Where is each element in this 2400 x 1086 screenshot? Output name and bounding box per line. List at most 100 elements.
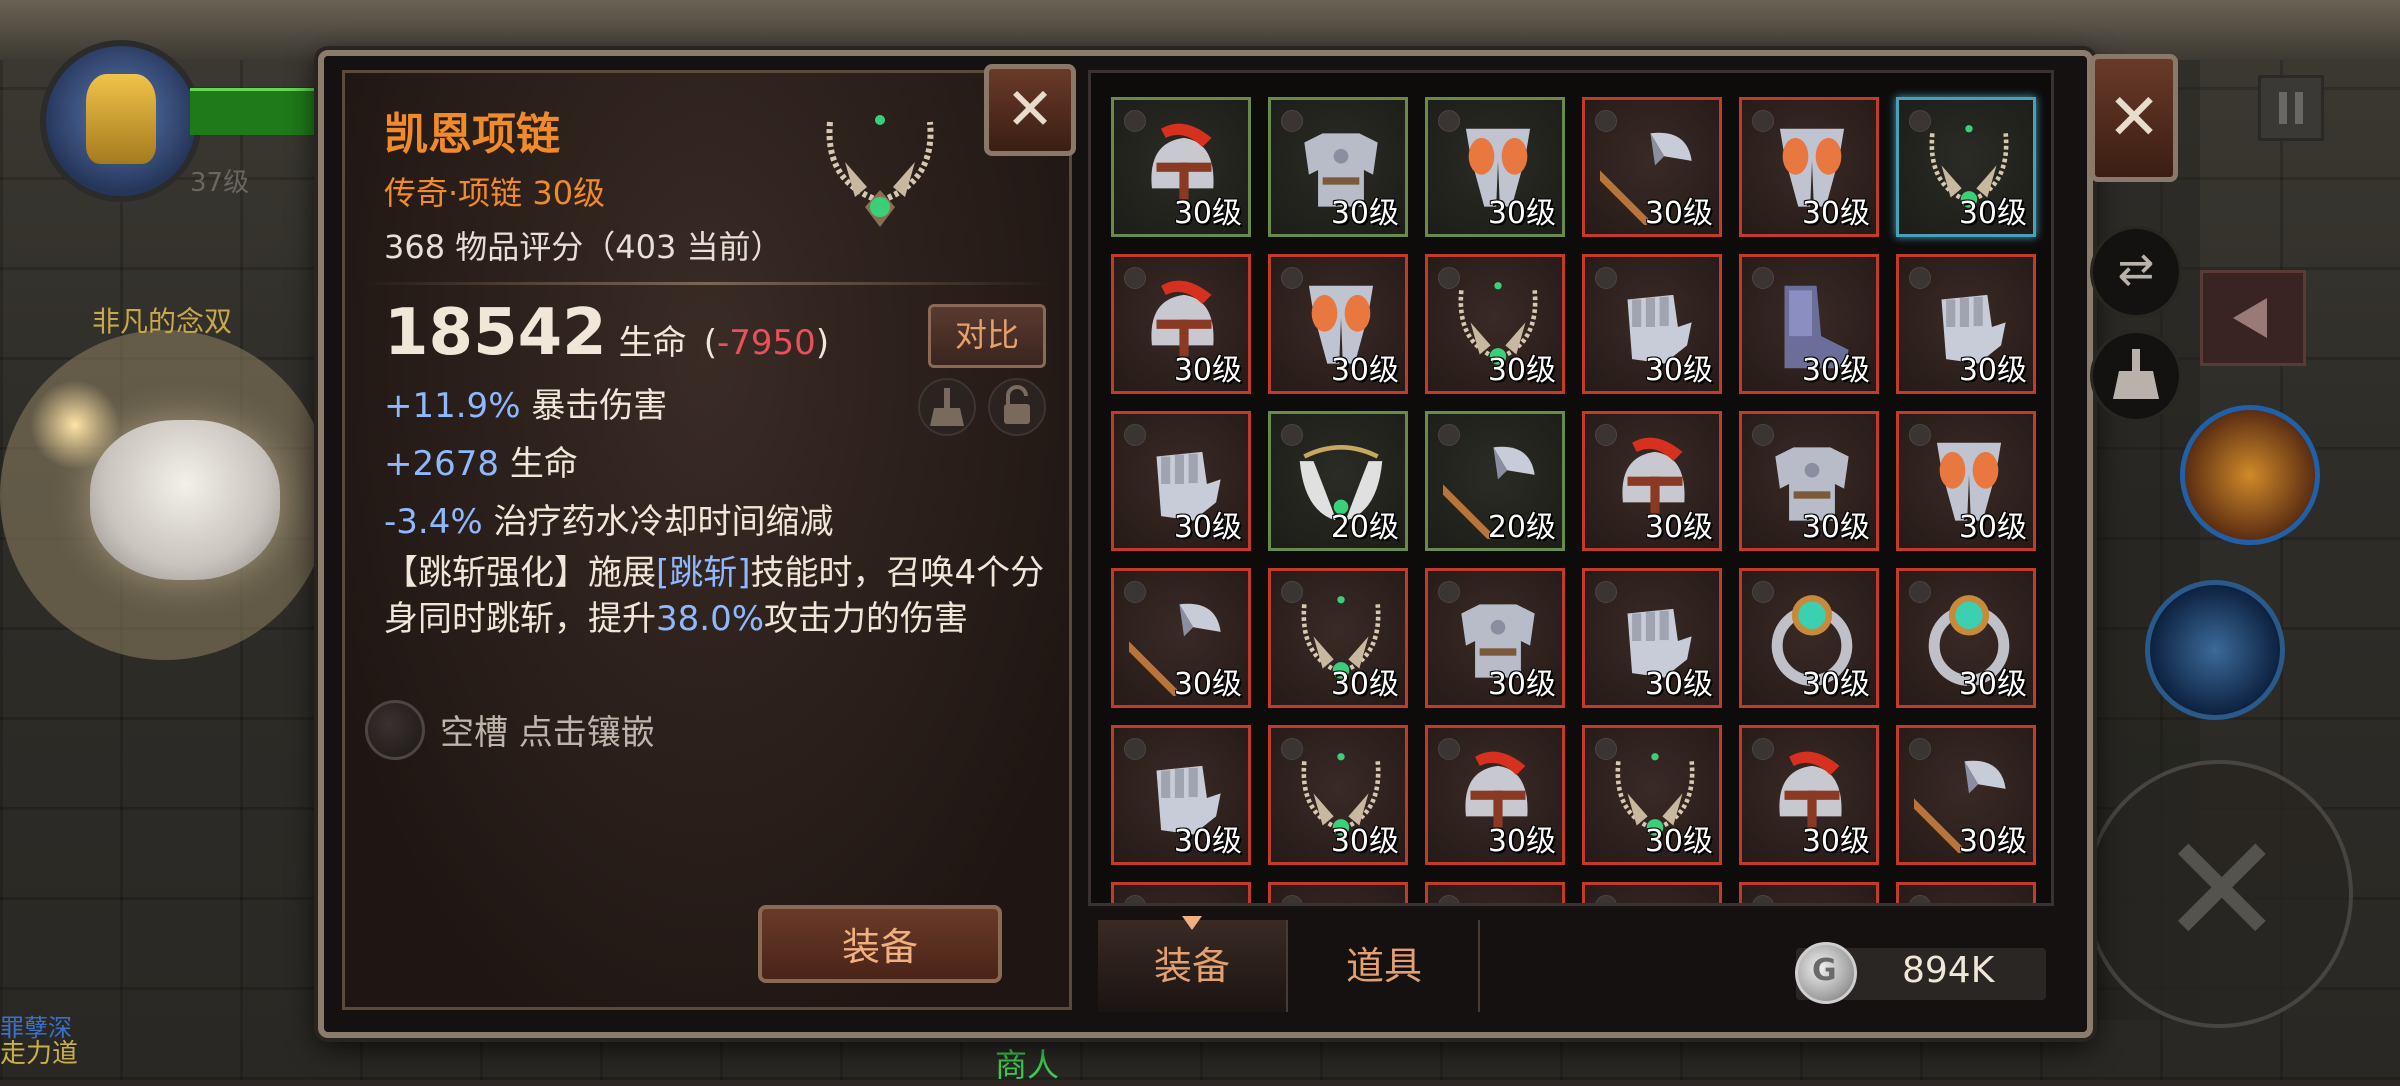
attack-sword-icon[interactable] [2085,760,2353,1028]
broom-icon[interactable] [918,378,976,436]
item-level: 30级 [1173,510,1242,545]
inventory-slot[interactable]: 30级 [1896,568,2036,708]
broom-icon[interactable] [2090,330,2182,422]
inventory-slot[interactable]: 30级 [1582,568,1722,708]
inventory-grid-area[interactable]: 30级 30级 30级 30级 30级 30级 30级 30级 30级 30级 30级 30级 30级 2… [1088,70,2054,906]
inventory-slot[interactable] [1425,882,1565,906]
inventory-slot[interactable]: 20级 [1268,411,1408,551]
inventory-slot[interactable]: 30级 [1425,725,1565,865]
stat-value: -3.4% [384,502,483,542]
item-rarity-level: 传奇·项链 30级 [384,174,606,212]
item-level: 30级 [1487,667,1556,702]
item-level: 30级 [1801,824,1870,859]
inventory-slot[interactable]: 30级 [1111,568,1251,708]
item-level: 30级 [1487,353,1556,388]
inventory-slot[interactable]: 30级 [1268,725,1408,865]
back-arrow-icon[interactable] [2200,270,2306,366]
inventory-slot[interactable]: 30级 [1111,97,1251,237]
detail-divider [362,282,1052,285]
item-level: 30级 [1173,667,1242,702]
inventory-slot[interactable] [1896,882,2036,906]
inventory-slot[interactable]: 30级 [1425,254,1565,394]
tab-items[interactable]: 道具 [1290,920,1480,1012]
inventory-slot[interactable]: 20级 [1425,411,1565,551]
stat-label: 暴击伤害 [531,386,668,426]
skill-icon[interactable] [2145,580,2285,720]
refresh-icon[interactable]: ⇄ [2090,226,2182,318]
item-level: 30级 [1958,353,2027,388]
helmet-skill-icon[interactable] [2180,405,2320,545]
inventory-slot[interactable]: 30级 [1896,254,2036,394]
item-level: 30级 [1330,824,1399,859]
item-level: 30级 [1330,196,1399,231]
item-level: 30级 [1801,667,1870,702]
item-level: 30级 [1644,353,1713,388]
inventory-slot[interactable]: 30级 [1739,725,1879,865]
boots-icon [1286,900,1396,906]
inventory-slot[interactable]: 30级 [1739,97,1879,237]
main-stat-diff: -7950 [717,323,816,363]
item-level: 30级 [1173,196,1242,231]
tab-equipment[interactable]: 装备 [1098,916,1288,1012]
socket-label[interactable]: 空槽 点击镶嵌 [440,705,655,754]
item-level: 30级 [1173,353,1242,388]
necklace-icon [1443,900,1553,906]
item-level: 20级 [1487,510,1556,545]
inventory-slot[interactable]: 30级 [1739,254,1879,394]
pet-character [30,380,280,580]
item-level: 30级 [1487,824,1556,859]
item-level: 30级 [1958,824,2027,859]
inventory-slot[interactable]: 30级 [1425,568,1565,708]
inventory-slot[interactable]: 30级 [1268,568,1408,708]
inventory-slot[interactable] [1739,882,1879,903]
inventory-slot[interactable]: 30级 [1111,254,1251,394]
inventory-slot[interactable]: 30级 [1582,97,1722,237]
axe-icon [1600,900,1710,906]
inventory-slot[interactable]: 30级 [1111,725,1251,865]
inventory-slot[interactable]: 30级 [1425,97,1565,237]
player-level: 37级 [190,168,250,198]
main-stat-paren-open: ( [703,323,718,363]
compare-button[interactable]: 对比 [928,304,1046,368]
axe-icon [1914,900,2024,906]
inventory-slot[interactable] [1268,882,1408,906]
skill-text-1: 【跳斩强化】施展 [384,553,656,593]
inventory-slot[interactable]: 30级 [1739,568,1879,708]
player-portrait-icon[interactable] [40,40,202,202]
inventory-slot[interactable]: 30级 [1111,411,1251,551]
inventory-slot[interactable]: 30级 [1582,725,1722,865]
sub-stat-1: +11.9% 暴击伤害 [384,378,667,427]
item-level: 20级 [1330,510,1399,545]
item-level: 30级 [1958,667,2027,702]
close-window-icon[interactable]: ✕ [2090,54,2178,182]
helmet-icon [1129,900,1239,906]
close-detail-icon[interactable]: ✕ [984,64,1076,156]
inventory-slot[interactable]: 30级 [1582,411,1722,551]
item-name: 凯恩项链 [384,109,560,160]
item-level: 30级 [1644,667,1713,702]
inventory-slot[interactable] [1111,882,1251,906]
inventory-slot[interactable]: 30级 [1268,97,1408,237]
inventory-slot[interactable]: 30级 [1896,411,2036,551]
skill-highlight-1: [跳斩] [656,553,751,593]
main-stat: 18542 生命 (-7950) [384,296,829,370]
skill-text-3: 攻击力的伤害 [764,599,969,639]
item-level: 30级 [1801,510,1870,545]
item-level: 30级 [1644,824,1713,859]
silver-coin-icon [1795,942,1857,1004]
inventory-slot[interactable]: 30级 [1739,411,1879,551]
lock-icon[interactable] [988,378,1046,436]
inventory-slot[interactable]: 30级 [1896,725,2036,865]
pause-icon[interactable] [2258,75,2324,141]
sub-stat-2: +2678 生命 [384,436,578,485]
main-stat-paren-close: ) [815,323,830,363]
inventory-slot[interactable] [1582,882,1722,906]
inventory-slot[interactable]: 30级 [1268,254,1408,394]
gem-socket[interactable] [365,700,425,760]
equip-button[interactable]: 装备 [758,905,1002,983]
merchant-label: 商人 [995,1046,1060,1084]
item-level: 30级 [1644,510,1713,545]
item-level: 30级 [1801,196,1870,231]
inventory-slot[interactable]: 30级 [1582,254,1722,394]
inventory-slot[interactable]: 30级 [1896,97,2036,237]
